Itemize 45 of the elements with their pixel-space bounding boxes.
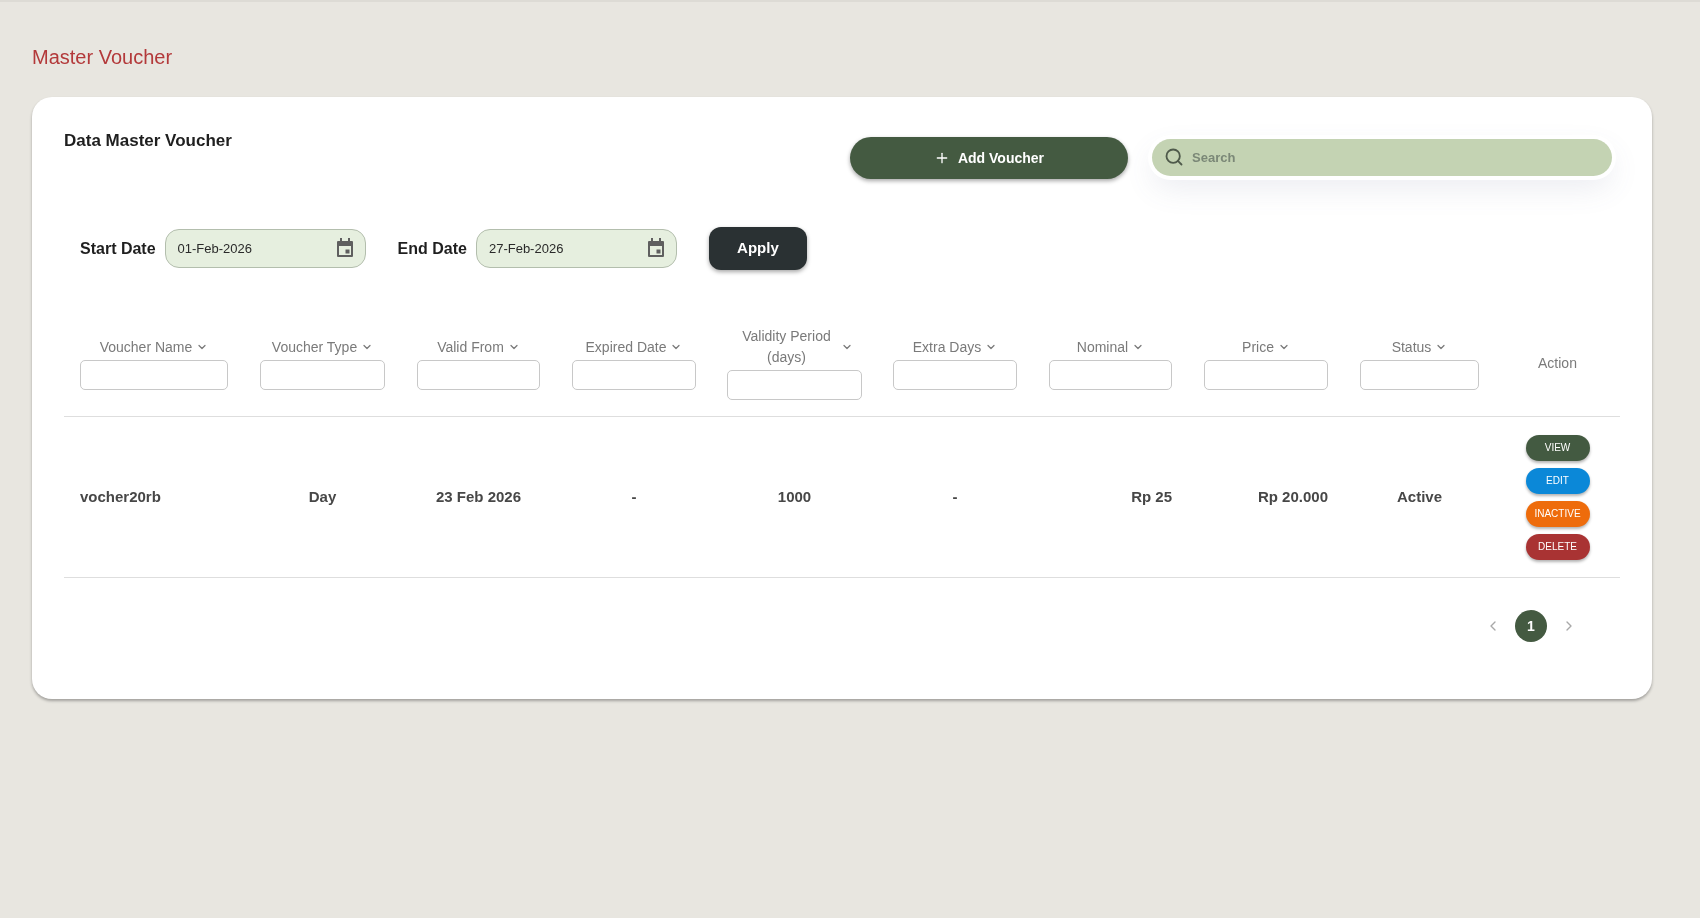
action-button[interactable]: VIEW xyxy=(1525,434,1590,461)
filter-input[interactable] xyxy=(417,359,540,390)
page-button[interactable]: 1 xyxy=(1515,610,1547,642)
filter-input[interactable] xyxy=(1049,359,1172,390)
column-header[interactable]: Status xyxy=(1391,336,1432,358)
column-header[interactable]: Voucher Name xyxy=(99,336,193,358)
action-button[interactable]: INACTIVE xyxy=(1525,500,1590,527)
search-field[interactable]: Search xyxy=(1152,139,1612,176)
card-title: Data Master Voucher xyxy=(64,130,232,152)
column-header: Action xyxy=(1538,353,1577,373)
table-cell-text: Rp 20.000 xyxy=(1257,486,1328,507)
table-cell-text: - xyxy=(631,486,637,507)
table-cell-text: 1000 xyxy=(777,486,812,507)
column-header[interactable]: Validity Period (days) xyxy=(736,326,837,368)
action-button[interactable]: EDIT xyxy=(1525,467,1590,494)
column-header[interactable]: Price xyxy=(1242,336,1274,358)
filter-input[interactable] xyxy=(727,370,862,400)
filter-input[interactable] xyxy=(80,359,228,390)
calendar-icon[interactable] xyxy=(646,238,665,258)
filter-input[interactable] xyxy=(1360,359,1479,390)
filter-input[interactable] xyxy=(893,359,1017,390)
table-cell-text: Active xyxy=(1397,486,1442,507)
date-field[interactable]: 27-Feb-2026 xyxy=(475,229,677,268)
calendar-icon[interactable] xyxy=(335,238,354,258)
date-label: End Date xyxy=(397,238,467,259)
page-title: Master Voucher xyxy=(32,45,173,70)
date-field[interactable]: 01-Feb-2026 xyxy=(164,229,366,268)
filter-input[interactable] xyxy=(260,359,385,390)
table-cell-text: vocher20rb xyxy=(80,486,161,507)
filter-input[interactable] xyxy=(1204,359,1328,390)
column-header[interactable]: Nominal xyxy=(1076,336,1129,358)
action-button[interactable]: DELETE xyxy=(1525,533,1590,560)
search-icon xyxy=(1164,147,1184,167)
apply-button[interactable]: Apply xyxy=(708,227,807,270)
column-header[interactable]: Valid From xyxy=(437,336,504,358)
table-cell-text: Day xyxy=(308,486,337,507)
column-header[interactable]: Extra Days xyxy=(912,336,982,358)
date-label: Start Date xyxy=(80,238,156,259)
add-voucher-button[interactable]: Add Voucher xyxy=(850,137,1128,179)
column-header[interactable]: Voucher Type xyxy=(271,336,358,358)
table-cell-text: 23 Feb 2026 xyxy=(435,486,522,507)
table-cell-text: Rp 25 xyxy=(1131,486,1172,507)
filter-input[interactable] xyxy=(572,359,696,390)
table-cell-text: - xyxy=(952,486,958,507)
column-header[interactable]: Expired Date xyxy=(585,336,667,358)
